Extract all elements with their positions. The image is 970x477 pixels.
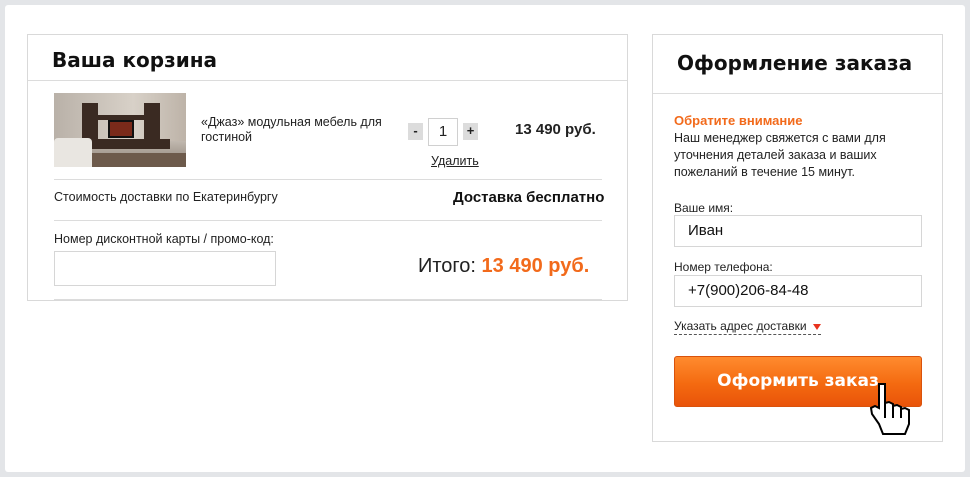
remove-item-link[interactable]: Удалить	[431, 154, 479, 168]
quantity-decrease-button[interactable]: -	[408, 123, 423, 140]
cart-panel: Ваша корзина «Джаз» модульная мебель для…	[27, 34, 628, 301]
phone-label: Номер телефона:	[674, 260, 773, 274]
name-label: Ваше имя:	[674, 201, 734, 215]
row-divider	[54, 220, 602, 221]
promo-code-label: Номер дисконтной карты / промо-код:	[54, 232, 274, 246]
quantity-increase-button[interactable]: +	[463, 123, 478, 140]
cart-title: Ваша корзина	[52, 48, 218, 72]
delivery-address-toggle[interactable]: Указать адрес доставки	[674, 319, 821, 335]
quantity-input[interactable]: 1	[428, 118, 458, 146]
phone-input[interactable]: +7(900)206-84-48	[674, 275, 922, 307]
item-price: 13 490 руб.	[515, 121, 596, 138]
name-input[interactable]: Иван	[674, 215, 922, 247]
row-divider	[54, 179, 602, 180]
cart-header-divider	[28, 80, 627, 81]
delivery-cost-label: Стоимость доставки по Екатеринбургу	[54, 190, 278, 204]
caret-down-icon	[812, 323, 821, 330]
hand-pointer-icon	[869, 383, 910, 435]
notice-title: Обратите внимание	[674, 113, 803, 128]
checkout-header-divider	[653, 93, 942, 94]
delivery-cost-value: Доставка бесплатно	[453, 189, 605, 206]
checkout-title: Оформление заказа	[677, 51, 913, 75]
order-total: Итого: 13 490 руб.	[418, 255, 589, 278]
notice-text: Наш менеджер свяжется с вами для уточнен…	[674, 131, 886, 179]
total-amount: 13 490 руб.	[481, 255, 590, 277]
promo-code-input[interactable]	[54, 251, 276, 286]
total-label: Итого:	[418, 255, 476, 277]
row-divider	[54, 299, 602, 300]
delivery-address-label: Указать адрес доставки	[674, 319, 807, 333]
product-image[interactable]	[54, 93, 186, 167]
product-name[interactable]: «Джаз» модульная мебель для гостиной	[201, 115, 391, 145]
